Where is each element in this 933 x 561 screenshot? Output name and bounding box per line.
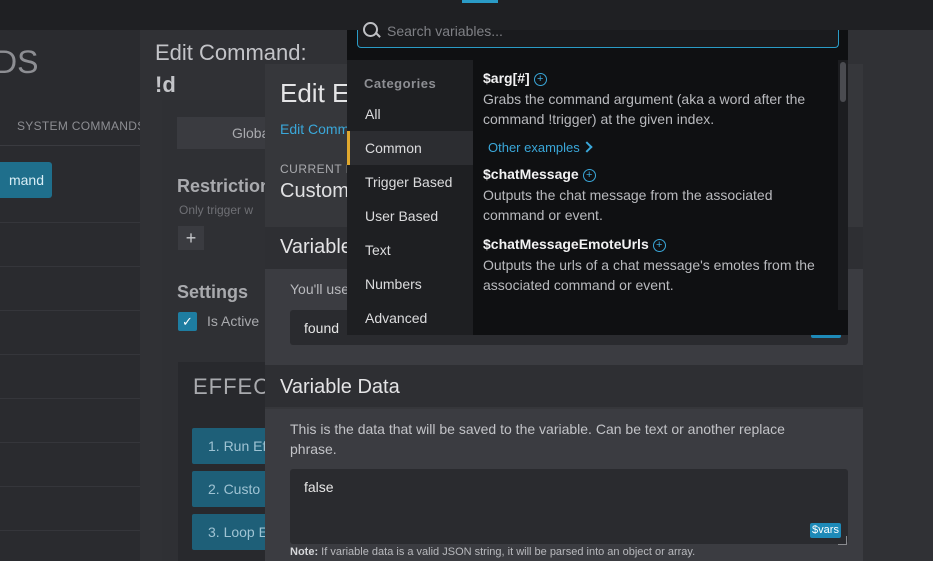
categories-header: Categories — [364, 76, 437, 91]
variable-name-value: found — [304, 320, 340, 336]
restrictions-subtitle: Only trigger w — [179, 203, 254, 217]
category-all[interactable]: All — [347, 97, 473, 131]
variable-description: Outputs the urls of a chat message's emo… — [483, 257, 815, 293]
category-common[interactable]: Common — [347, 131, 473, 165]
divider — [0, 442, 140, 443]
search-icon — [363, 22, 378, 37]
tab-global[interactable]: Globa — [177, 117, 277, 149]
category-user-based[interactable]: User Based — [347, 199, 473, 233]
add-variable-icon[interactable]: + — [582, 169, 596, 182]
variable-description: Grabs the command argument (aka a word a… — [483, 91, 806, 127]
edit-command-link[interactable]: Edit Comm — [280, 121, 349, 137]
variable-description: Outputs the chat message from the associ… — [483, 187, 773, 223]
divider — [0, 266, 140, 267]
chevron-right-icon — [581, 141, 593, 153]
variable-data-title: Variable Data — [280, 376, 400, 398]
modal-title: Edit Ef — [280, 78, 357, 108]
divider — [0, 398, 140, 399]
divider — [0, 530, 140, 531]
divider — [0, 354, 140, 355]
divider — [0, 145, 140, 146]
search-placeholder: Search variables... — [387, 23, 503, 39]
current-effect-label: CURRENT E — [280, 162, 355, 176]
divider — [0, 310, 140, 311]
vars-button[interactable]: $vars — [810, 523, 841, 538]
variable-data-help: This is the data that will be saved to t… — [290, 421, 785, 457]
divider — [0, 486, 140, 487]
add-restriction-button[interactable]: + — [178, 226, 204, 250]
restrictions-title: Restriction — [177, 176, 272, 196]
variable-item[interactable]: $chatMessage + — [483, 166, 596, 182]
settings-title: Settings — [177, 282, 249, 302]
variable-data-value: false — [304, 479, 334, 495]
category-advanced[interactable]: Advanced — [347, 301, 473, 335]
edit-command-trigger: !d — [155, 72, 176, 97]
variable-data-textarea[interactable] — [290, 469, 848, 544]
category-text[interactable]: Text — [347, 233, 473, 267]
effect-item[interactable]: 2. Custo — [192, 471, 272, 507]
add-variable-icon[interactable]: + — [652, 239, 666, 252]
variable-data-note: Note: If variable data is a valid JSON s… — [290, 546, 696, 558]
resize-grip-icon[interactable] — [838, 536, 847, 545]
left-panel — [0, 30, 140, 561]
is-active-checkbox[interactable]: ✓ — [178, 312, 197, 331]
edit-command-title: Edit Command: — [155, 40, 307, 65]
add-variable-icon[interactable]: + — [533, 73, 547, 86]
variable-item[interactable]: $chatMessageEmoteUrls + — [483, 236, 666, 252]
add-command-button[interactable]: mand — [0, 162, 52, 198]
active-tab-indicator — [462, 0, 498, 3]
page-title: DS — [0, 44, 39, 80]
effect-item[interactable]: 3. Loop E — [192, 514, 272, 550]
variable-name-title: Variable — [280, 236, 352, 258]
divider — [0, 222, 140, 223]
category-trigger-based[interactable]: Trigger Based — [347, 165, 473, 199]
variable-item[interactable]: $arg[#] + — [483, 70, 547, 86]
other-examples-link[interactable]: Other examples — [488, 140, 593, 155]
tab-system-commands[interactable]: SYSTEM COMMANDS — [17, 119, 146, 133]
category-numbers[interactable]: Numbers — [347, 267, 473, 301]
variable-name-help: You'll use — [290, 281, 349, 297]
scrollbar-thumb[interactable] — [840, 62, 846, 102]
is-active-label: Is Active — [207, 313, 260, 329]
effect-item[interactable]: 1. Run Ef — [192, 428, 272, 464]
current-effect-value: Custom — [280, 180, 349, 202]
